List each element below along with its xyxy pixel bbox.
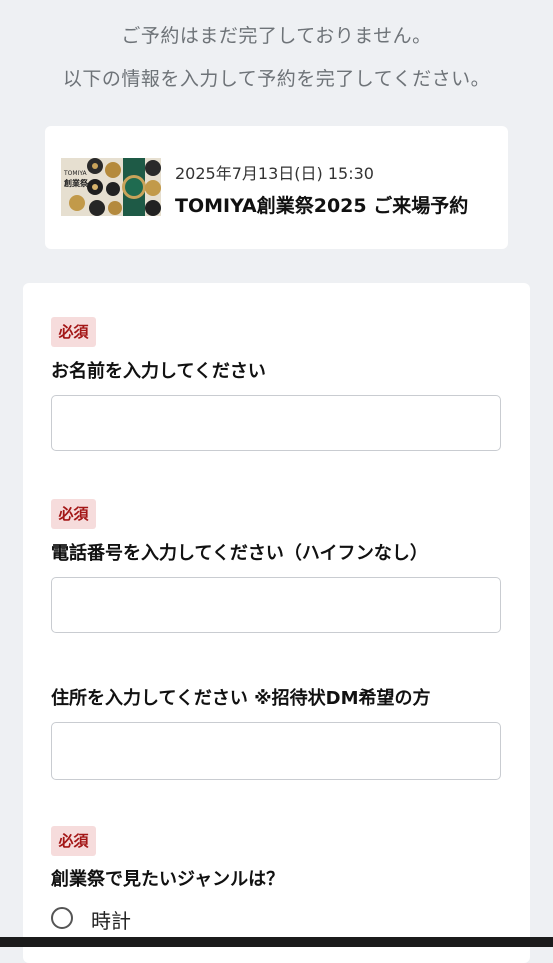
thumb-brand: TOMIYA [64,170,87,177]
bottom-bar [0,937,553,947]
phone-input[interactable] [51,577,501,633]
event-title: TOMIYA創業祭2025 ご来場予約 [175,195,469,217]
event-thumbnail: TOMIYA 創業祭 [61,158,161,216]
address-input[interactable] [51,722,501,780]
event-card[interactable]: TOMIYA 創業祭 2025年7月13日(日) 15:30 TOMIYA創業祭… [45,126,508,249]
required-badge: 必須 [51,317,96,347]
phone-label: 電話番号を入力してください（ハイフンなし） [51,543,428,564]
name-input[interactable] [51,395,501,451]
genre-label: 創業祭で見たいジャンルは？ [51,869,285,890]
name-label: お名前を入力してください [51,361,266,382]
notice-line-1: ご予約はまだ完了しておりません。 [121,25,432,47]
radio-button[interactable] [51,907,73,929]
reservation-form: 必須 お名前を入力してください 必須 電話番号を入力してください（ハイフンなし）… [23,283,530,963]
address-label: 住所を入力してください ※招待状DM希望の方 [51,688,431,709]
genre-option-label: 時計 [91,909,131,933]
event-date: 2025年7月13日(日) 15:30 [175,164,374,183]
required-badge: 必須 [51,499,96,529]
thumb-title: 創業祭 [64,179,88,188]
notice-line-2: 以下の情報を入力して予約を完了してください。 [62,68,491,90]
required-badge: 必須 [51,826,96,856]
